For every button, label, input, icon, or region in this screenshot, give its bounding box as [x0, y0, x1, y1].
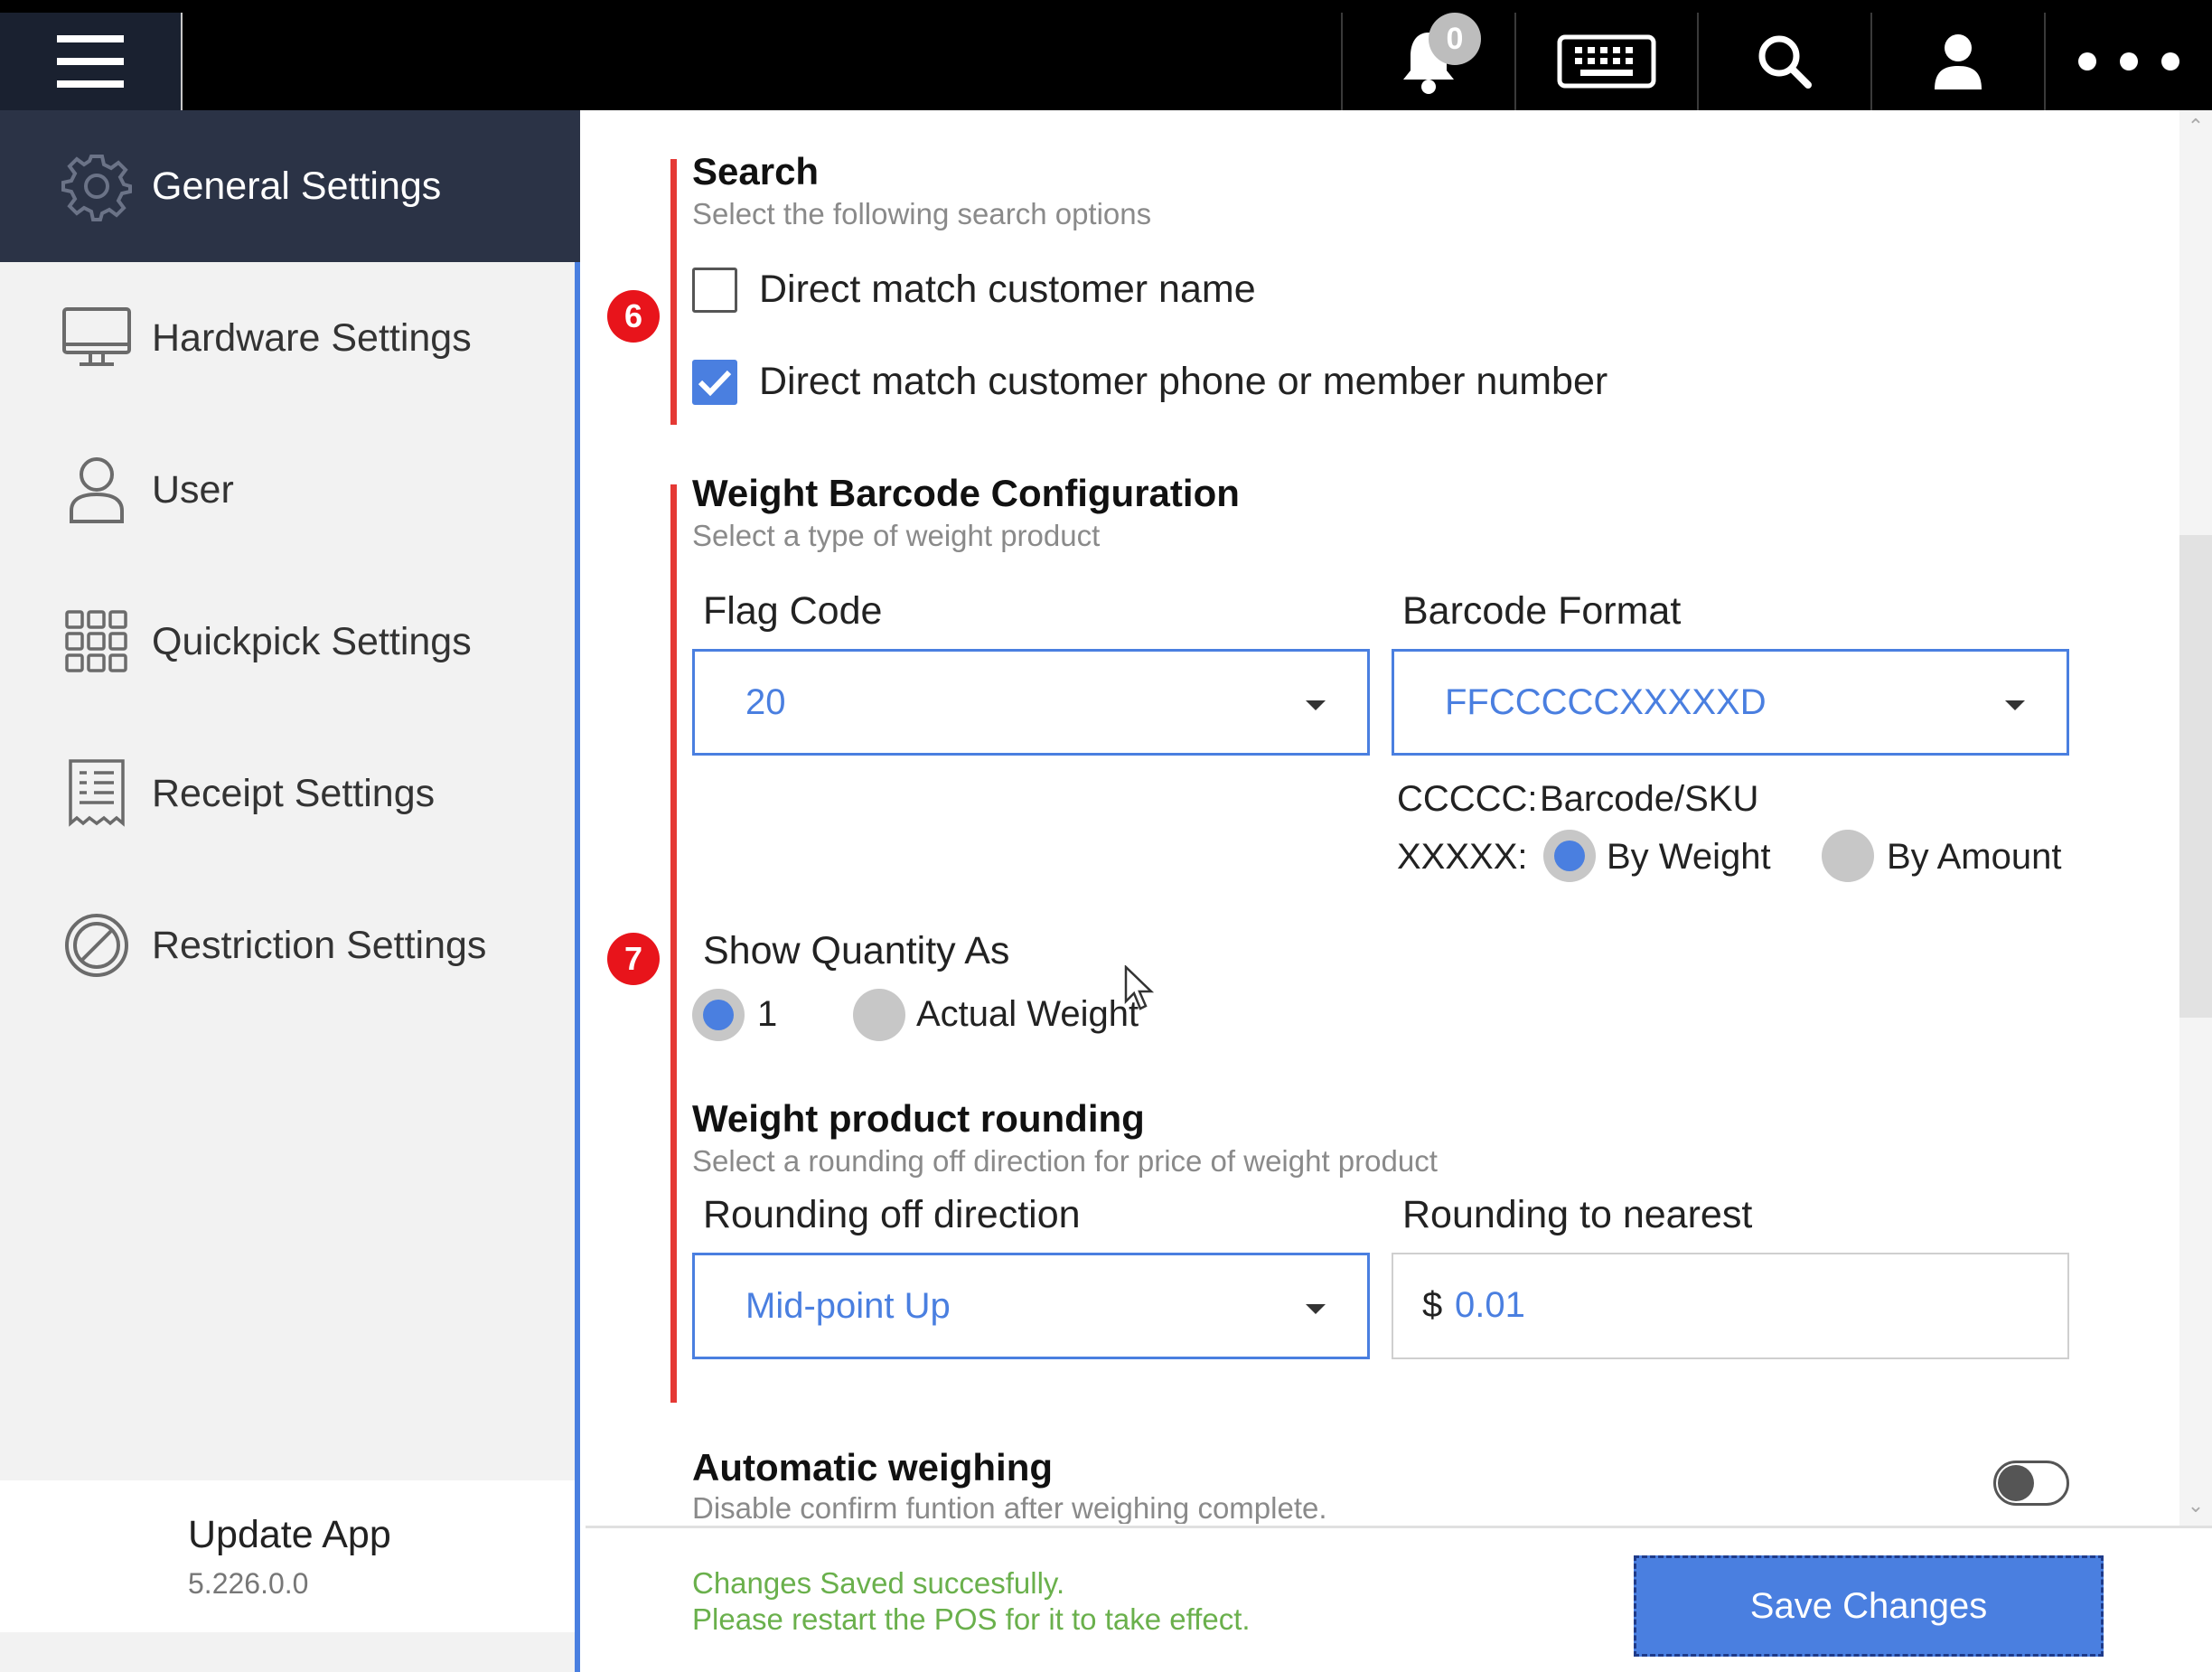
rounding-subtitle: Select a rounding off direction for pric… [692, 1144, 1438, 1178]
top-bar: 0 [0, 0, 2212, 110]
show-quantity-actual-label: Actual Weight [916, 994, 1139, 1034]
show-quantity-1-label: 1 [757, 994, 778, 1034]
sidebar-item-label: General Settings [152, 164, 442, 208]
scrollbar-thumb[interactable] [2179, 535, 2212, 1018]
direct-match-phone-label: Direct match customer phone or member nu… [759, 360, 1608, 403]
rounding-direction-label: Rounding off direction [703, 1193, 1081, 1236]
flag-code-label: Flag Code [703, 589, 883, 633]
auto-weighing-toggle[interactable] [1993, 1461, 2069, 1506]
checkmark-icon [698, 370, 732, 397]
keyboard-icon [1557, 34, 1656, 89]
more-button[interactable] [2044, 13, 2212, 110]
mouse-cursor-icon [1124, 965, 1155, 1010]
section-highlight-weight [670, 484, 677, 1403]
keyboard-button[interactable] [1514, 13, 1697, 110]
show-quantity-actual-radio[interactable] [853, 989, 905, 1041]
chevron-down-icon [1306, 700, 1326, 710]
gear-icon [61, 151, 132, 221]
barcode-format-label: Barcode Format [1402, 589, 1682, 633]
currency-symbol: $ [1422, 1285, 1443, 1325]
toggle-knob [1998, 1465, 2034, 1501]
sidebar-item-quickpick-settings[interactable]: Quickpick Settings [0, 566, 580, 718]
section-highlight-search [670, 159, 677, 425]
save-changes-button[interactable]: Save Changes [1634, 1555, 2104, 1657]
auto-weighing-subtitle: Disable confirm funtion after weighing c… [692, 1491, 1327, 1524]
direct-match-name-checkbox[interactable] [692, 268, 737, 313]
sidebar-item-label: Receipt Settings [152, 771, 436, 815]
chevron-down-icon [2005, 700, 2025, 710]
rounding-nearest-input[interactable]: $ 0.01 [1392, 1253, 2069, 1359]
sidebar-item-restriction-settings[interactable]: Restriction Settings [0, 869, 580, 1021]
direct-match-name-label: Direct match customer name [759, 268, 1256, 311]
update-app-button[interactable]: Update App 5.226.0.0 [0, 1480, 575, 1632]
scroll-up-icon[interactable]: ⌃ [2185, 116, 2207, 137]
barcode-format-value: FFCCCCCXXXXXD [1445, 682, 1767, 722]
rounding-title: Weight product rounding [692, 1097, 1145, 1140]
sidebar-item-general-settings[interactable]: General Settings [0, 110, 580, 262]
by-amount-label: By Amount [1887, 837, 2062, 877]
annotation-marker-7: 7 [607, 933, 660, 985]
grid-icon [61, 606, 132, 677]
sidebar-item-user[interactable]: User [0, 414, 580, 566]
weight-barcode-subtitle: Select a type of weight product [692, 519, 1101, 552]
xxxx-key: XXXXX: [1397, 837, 1528, 877]
bell-icon: 0 [1392, 13, 1481, 98]
auto-weighing-title: Automatic weighing [692, 1446, 1053, 1489]
search-section-subtitle: Select the following search options [692, 197, 1152, 230]
more-icon [2078, 52, 2179, 70]
cccc-key: CCCCC: [1397, 779, 1538, 819]
annotation-marker-6: 6 [607, 290, 660, 343]
sidebar-item-label: Hardware Settings [152, 315, 472, 360]
by-weight-radio[interactable] [1543, 830, 1596, 882]
by-weight-label: By Weight [1607, 837, 1771, 877]
sidebar-item-hardware-settings[interactable]: Hardware Settings [0, 262, 580, 414]
show-quantity-label: Show Quantity As [703, 929, 1010, 972]
scroll-down-icon[interactable]: ⌄ [2185, 1495, 2207, 1517]
search-section-title: Search [692, 150, 820, 193]
chevron-down-icon [1306, 1304, 1326, 1314]
save-status-line1: Changes Saved succesfully. [692, 1566, 1065, 1600]
show-quantity-1-radio[interactable] [692, 989, 745, 1041]
rounding-direction-select[interactable]: Mid-point Up [692, 1253, 1370, 1359]
search-button[interactable] [1697, 13, 1870, 110]
monitor-icon [61, 303, 132, 373]
user-icon [61, 455, 132, 525]
search-icon [1758, 35, 1812, 89]
cccc-value: Barcode/SKU [1540, 779, 1759, 819]
restriction-icon [61, 910, 132, 981]
sidebar-item-label: Quickpick Settings [152, 619, 472, 663]
save-status-line2: Please restart the POS for it to take ef… [692, 1602, 1251, 1636]
menu-button[interactable] [0, 13, 183, 110]
receipt-icon [61, 758, 132, 829]
footer: Changes Saved succesfully. Please restar… [586, 1526, 2212, 1672]
notification-count-badge: 0 [1429, 13, 1481, 65]
weight-barcode-title: Weight Barcode Configuration [692, 472, 1240, 514]
menu-icon [57, 35, 124, 88]
flag-code-value: 20 [745, 682, 786, 722]
flag-code-select[interactable]: 20 [692, 649, 1370, 756]
update-app-title: Update App [188, 1513, 391, 1556]
barcode-format-select[interactable]: FFCCCCCXXXXXD [1392, 649, 2069, 756]
sidebar-item-label: Restriction Settings [152, 923, 487, 967]
app-version: 5.226.0.0 [188, 1567, 309, 1600]
sidebar-item-label: User [152, 467, 234, 512]
rounding-nearest-label: Rounding to nearest [1402, 1193, 1753, 1236]
user-icon [1935, 34, 1982, 89]
sidebar: General Settings Hardware Settings User … [0, 110, 580, 1672]
user-button[interactable] [1870, 13, 2044, 110]
notifications-button[interactable]: 0 [1341, 13, 1514, 110]
rounding-direction-value: Mid-point Up [745, 1286, 951, 1326]
sidebar-item-receipt-settings[interactable]: Receipt Settings [0, 718, 580, 869]
rounding-nearest-value: 0.01 [1455, 1285, 1525, 1325]
direct-match-phone-checkbox[interactable] [692, 360, 737, 405]
by-amount-radio[interactable] [1822, 830, 1874, 882]
